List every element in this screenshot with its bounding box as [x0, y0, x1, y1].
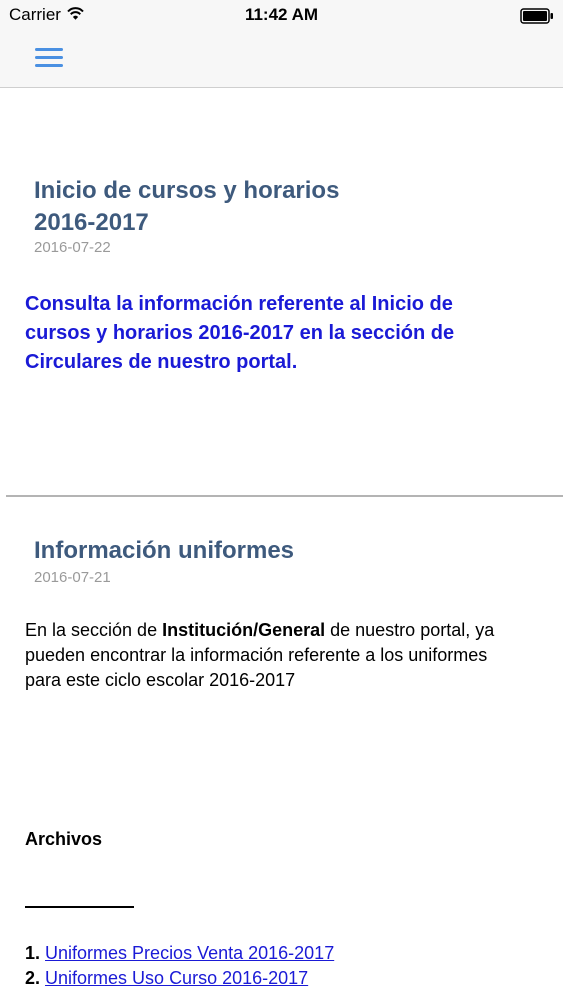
- post-body-line: Consulta la información referente al Ini…: [25, 293, 453, 315]
- file-link[interactable]: Uniformes Uso Curso 2016-2017: [45, 968, 308, 988]
- battery-icon: [520, 8, 554, 29]
- file-list-item: 1. Uniformes Precios Venta 2016-2017: [25, 941, 334, 966]
- file-link[interactable]: Uniformes Precios Venta 2016-2017: [45, 943, 334, 963]
- hamburger-menu-icon[interactable]: [33, 44, 65, 72]
- post-body: En la sección de Institución/General de …: [25, 618, 545, 693]
- status-bar: Carrier 11:42 AM: [0, 0, 563, 30]
- file-number: 2.: [25, 968, 41, 988]
- files-separator: [25, 906, 134, 908]
- post-date: 2016-07-22: [34, 239, 111, 256]
- post-title: Inicio de cursos y horarios 2016-2017: [34, 175, 434, 239]
- post-date: 2016-07-21: [34, 569, 111, 586]
- post-body-line: pueden encontrar la información referent…: [25, 645, 488, 665]
- post-body-text: En la sección de: [25, 620, 163, 640]
- post-body-text: de nuestro portal, ya: [325, 620, 495, 640]
- file-number: 1.: [25, 943, 41, 963]
- navigation-bar: [0, 30, 563, 88]
- post-title-line: Inicio de cursos y horarios: [34, 177, 340, 204]
- file-list: 1. Uniformes Precios Venta 2016-2017 2. …: [25, 941, 334, 991]
- post-body-bold: Institución/General: [162, 620, 326, 640]
- post-title-line: 2016-2017: [34, 209, 149, 236]
- post-body: Consulta la información referente al Ini…: [25, 290, 535, 377]
- status-time: 11:42 AM: [244, 5, 319, 24]
- file-list-item: 2. Uniformes Uso Curso 2016-2017: [25, 966, 334, 991]
- post-body-line: cursos y horarios 2016-2017 en la secció…: [25, 322, 455, 344]
- files-heading: Archivos: [25, 829, 103, 849]
- post-body-line: para este ciclo escolar 2016-2017: [25, 670, 296, 690]
- post-divider: [6, 495, 563, 497]
- post-body-line: Circulares de nuestro portal.: [25, 351, 298, 373]
- post-title: Información uniformes: [34, 537, 295, 564]
